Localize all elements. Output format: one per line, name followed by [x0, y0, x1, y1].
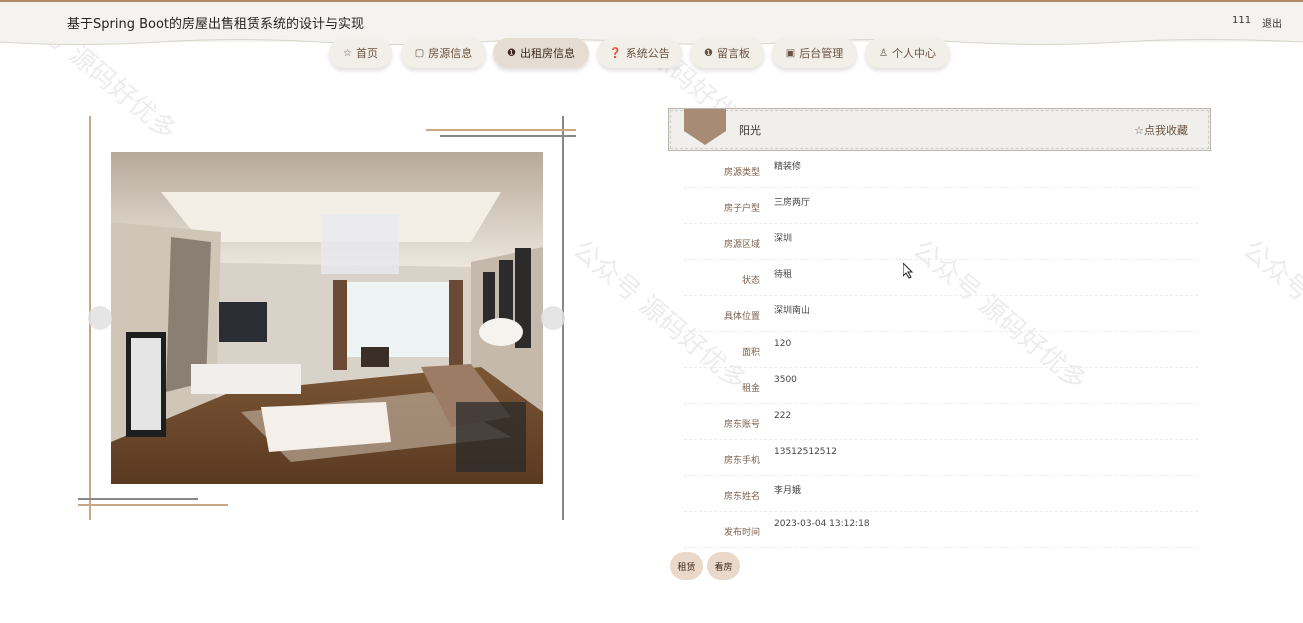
field-row: 房东手机 13512512512: [684, 440, 1198, 476]
nav-label: 系统公告: [625, 47, 670, 60]
field-row: 状态 待租: [684, 260, 1198, 296]
prev-slide-button[interactable]: [88, 306, 112, 330]
user-icon: ♙: [879, 47, 888, 59]
field-label: 具体位置: [723, 312, 760, 322]
field-row: 具体位置 深圳南山: [684, 296, 1198, 332]
nav-admin[interactable]: ▣ 后台管理: [772, 38, 857, 68]
field-label: 面积: [741, 348, 760, 358]
field-value: 2023-03-04 13:12:18: [774, 519, 870, 529]
field-row: 发布时间 2023-03-04 13:12:18: [684, 512, 1198, 548]
field-label: 状态: [741, 276, 760, 286]
username-label: 111: [1232, 15, 1252, 26]
site-title: 基于Spring Boot的房屋出售租赁系统的设计与实现: [67, 17, 365, 32]
next-slide-button[interactable]: [541, 306, 565, 330]
living-room-image: [111, 152, 543, 484]
title-badge-icon: [684, 109, 726, 145]
nav-house-info[interactable]: ▢ 房源信息: [401, 38, 486, 68]
nav-label: 出租房信息: [519, 47, 575, 60]
nav-home[interactable]: ☆ 首页: [329, 38, 392, 68]
nav-rental-info[interactable]: ❶ 出租房信息: [493, 38, 589, 68]
field-value: 3500: [774, 375, 797, 385]
field-row: 房源类型 精装修: [684, 152, 1198, 188]
field-value: 精装修: [774, 162, 802, 172]
frame-line: [426, 129, 576, 131]
field-row: 面积 120: [684, 332, 1198, 368]
nav-label: 房源信息: [428, 47, 473, 60]
star-icon: ☆: [343, 47, 352, 59]
info-icon: ❶: [704, 47, 713, 59]
house-name: 阳光: [739, 124, 761, 137]
field-label: 房源区域: [723, 240, 760, 250]
nav-label: 后台管理: [799, 47, 844, 60]
nav-label: 留言板: [716, 47, 750, 60]
field-value: 待租: [774, 270, 793, 280]
field-label: 房东账号: [723, 420, 760, 430]
mouse-cursor-icon: [903, 263, 914, 279]
frame-line: [78, 498, 198, 500]
favorite-button[interactable]: ☆点我收藏: [1134, 122, 1188, 138]
question-icon: ❓: [609, 47, 622, 59]
nav-label: 首页: [355, 47, 378, 60]
detail-header: 阳光 ☆点我收藏: [668, 108, 1211, 151]
field-label: 房东姓名: [723, 492, 760, 502]
field-label: 租金: [741, 384, 760, 394]
nav-message-board[interactable]: ❶ 留言板: [690, 38, 764, 68]
view-house-button[interactable]: 看房: [707, 552, 740, 580]
field-label: 房源类型: [723, 168, 760, 178]
nav-announcement[interactable]: ❓ 系统公告: [597, 38, 682, 68]
info-icon: ❶: [507, 47, 516, 59]
field-row: 房东姓名 李月娥: [684, 476, 1198, 512]
rent-button[interactable]: 租赁: [670, 552, 703, 580]
field-row: 房源区域 深圳: [684, 224, 1198, 260]
nav-profile[interactable]: ♙ 个人中心: [865, 38, 950, 68]
field-row: 房东账号 222: [684, 404, 1198, 440]
top-bar: 基于Spring Boot的房屋出售租赁系统的设计与实现 111 退出: [0, 0, 1303, 45]
field-value: 三房两厅: [774, 198, 811, 208]
calendar-icon: ▣: [785, 47, 796, 59]
field-value: 深圳南山: [774, 306, 811, 316]
field-value: 13512512512: [774, 447, 837, 457]
field-value: 120: [774, 339, 792, 349]
watermark: 公众号 源码好优多: [1236, 234, 1303, 397]
logout-link[interactable]: 退出: [1262, 15, 1282, 30]
frame-line: [440, 135, 576, 137]
field-value: 222: [774, 411, 792, 421]
field-label: 房东手机: [723, 456, 760, 466]
field-value: 深圳: [774, 234, 793, 244]
detail-fields: 房源类型 精装修 房子户型 三房两厅 房源区域 深圳 状态 待租 具体位置 深圳南山 面积…: [684, 152, 1198, 548]
field-row: 租金 3500: [684, 368, 1198, 404]
field-label: 发布时间: [723, 528, 760, 538]
nav-label: 个人中心: [891, 47, 936, 60]
field-label: 房子户型: [723, 204, 760, 214]
field-value: 李月娥: [774, 486, 802, 496]
frame-line: [78, 504, 228, 506]
bag-icon: ▢: [414, 47, 425, 59]
house-photo: [111, 152, 543, 484]
field-row: 房子户型 三房两厅: [684, 188, 1198, 224]
